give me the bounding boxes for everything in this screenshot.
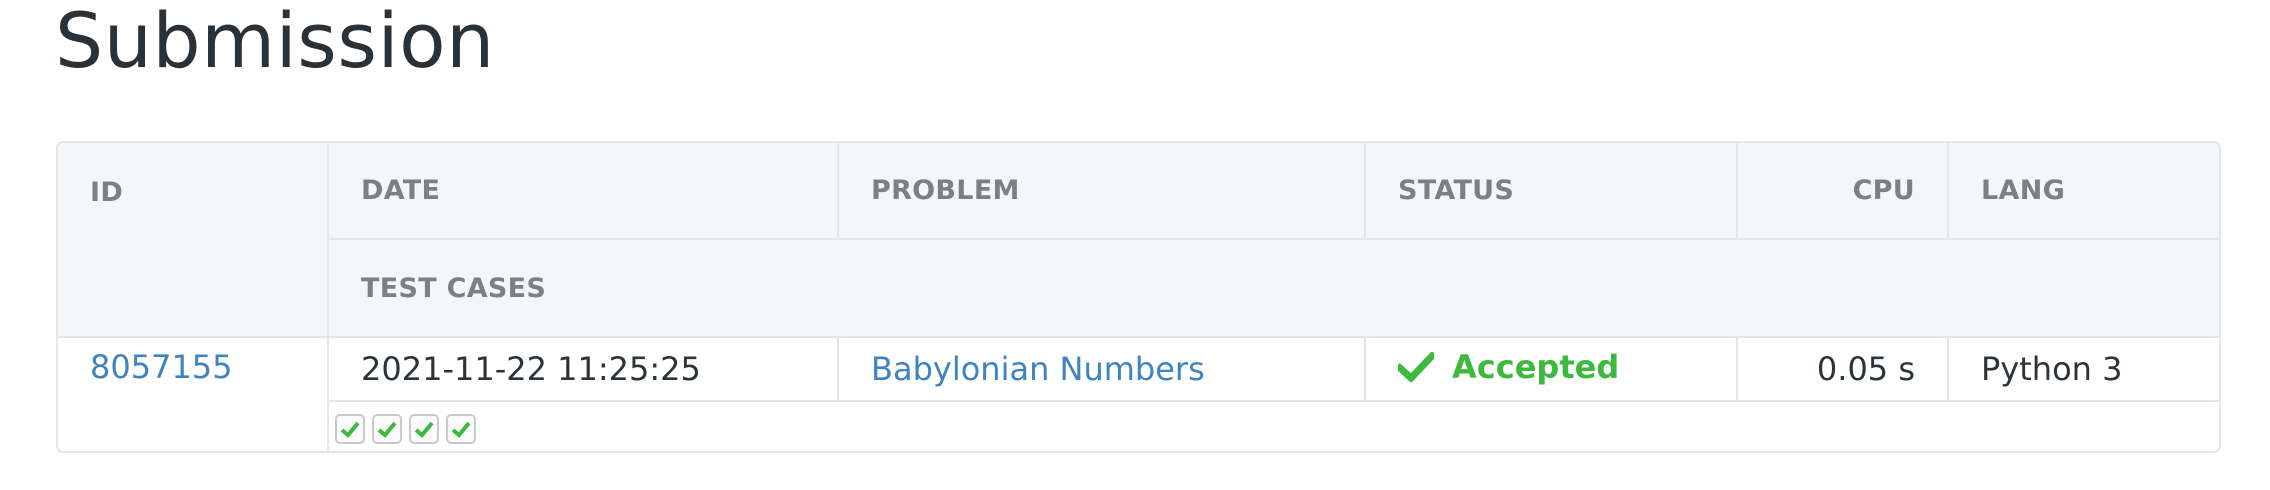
header-test-cases: TEST CASES <box>327 239 2219 338</box>
submission-date: 2021-11-22 11:25:25 <box>327 337 838 402</box>
submission-id-cell: 8057155 <box>58 337 328 451</box>
page-title: Submission <box>55 0 495 85</box>
submission-table: ID DATE PROBLEM STATUS CPU LANG TEST CAS… <box>56 141 2221 453</box>
test-case-2[interactable] <box>372 413 402 444</box>
table-row: 8057155 2021-11-22 11:25:25 Babylonian N… <box>58 337 2219 402</box>
header-cpu[interactable]: CPU <box>1736 143 1948 240</box>
cpu-time: 0.05 s <box>1736 337 1948 402</box>
header-id[interactable]: ID <box>58 143 328 338</box>
header-date[interactable]: DATE <box>327 143 838 240</box>
test-cases-cell <box>327 401 2219 451</box>
check-icon <box>451 421 471 438</box>
test-case-3[interactable] <box>409 413 439 444</box>
test-case-1[interactable] <box>335 413 365 444</box>
status-text: Accepted <box>1452 348 1620 386</box>
check-icon <box>377 421 397 438</box>
language: Python 3 <box>1947 337 2219 402</box>
submission-id-link[interactable]: 8057155 <box>90 348 233 386</box>
header-lang[interactable]: LANG <box>1947 143 2219 240</box>
check-icon <box>414 421 434 438</box>
status-cell: Accepted <box>1364 337 1737 402</box>
test-case-4[interactable] <box>446 413 476 444</box>
problem-link[interactable]: Babylonian Numbers <box>871 350 1205 388</box>
check-icon <box>1395 351 1437 383</box>
header-problem[interactable]: PROBLEM <box>837 143 1365 240</box>
status-badge: Accepted <box>1395 348 1620 386</box>
problem-cell: Babylonian Numbers <box>837 337 1365 402</box>
test-cases-row <box>58 401 2219 451</box>
check-icon <box>340 421 360 438</box>
header-status[interactable]: STATUS <box>1364 143 1737 240</box>
